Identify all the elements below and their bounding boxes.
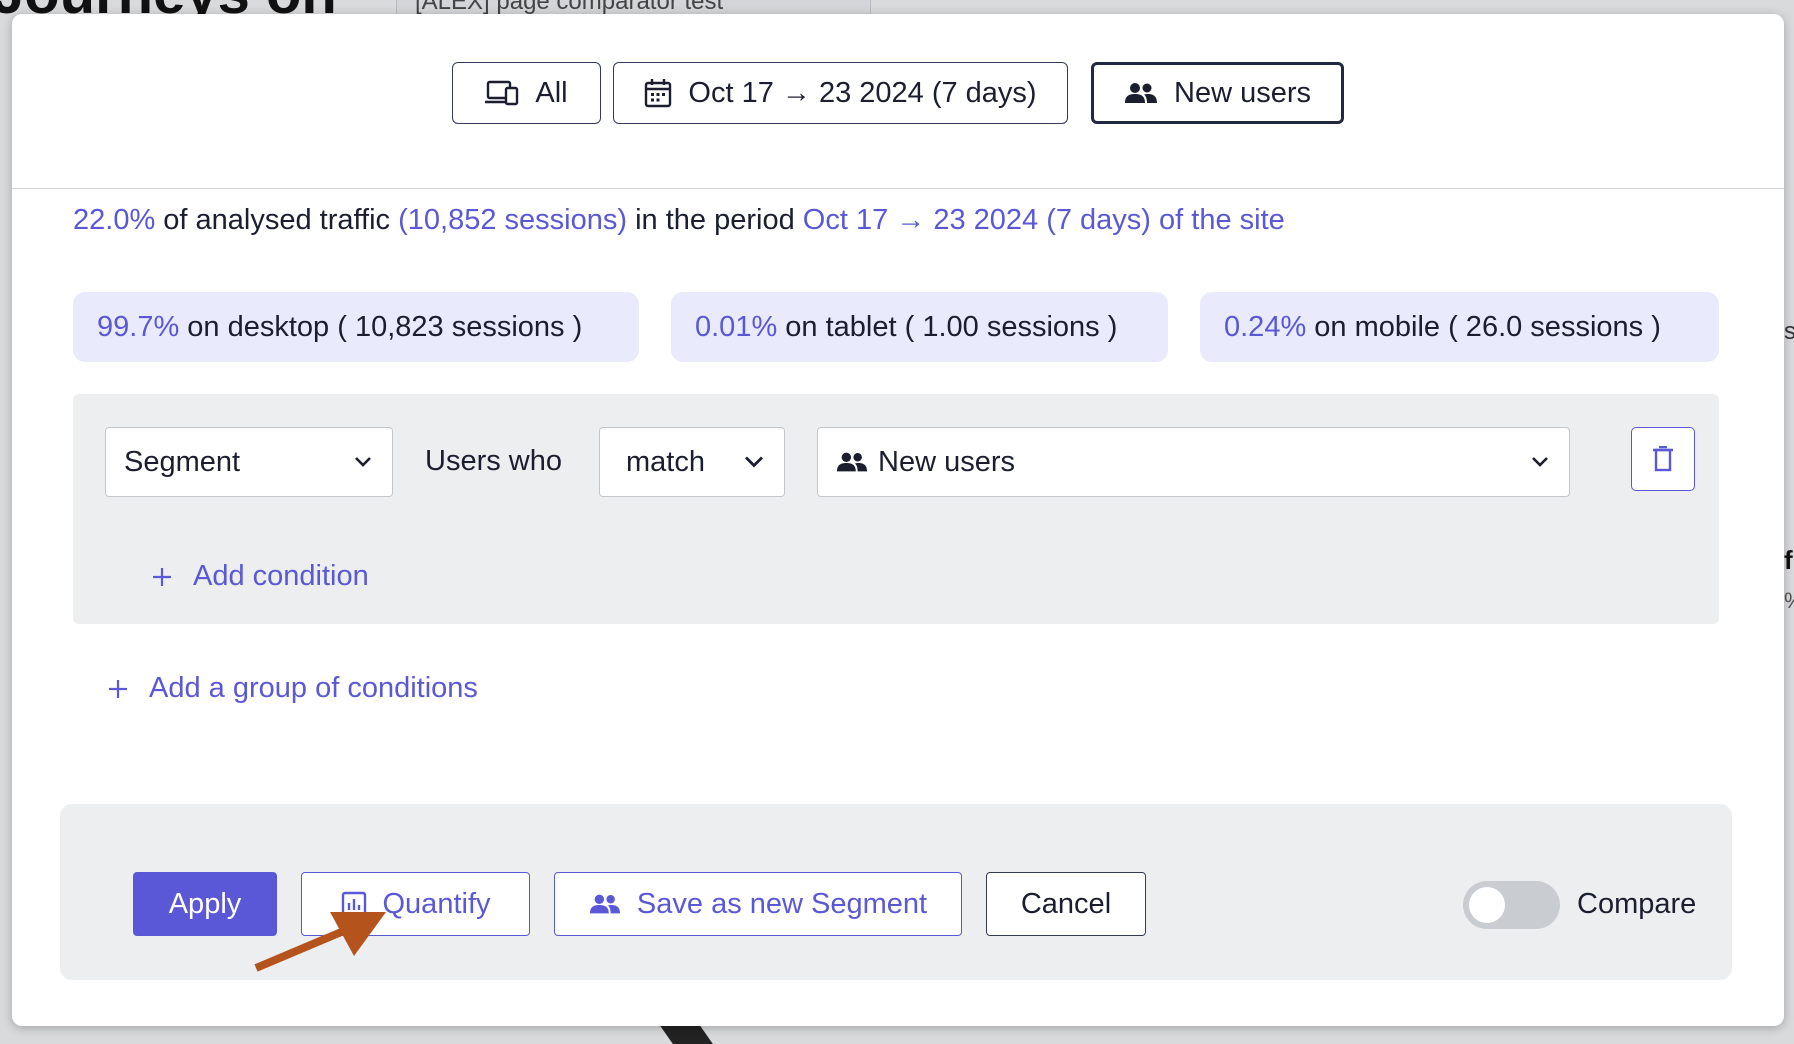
- users-icon: [589, 894, 620, 914]
- chevron-down-icon: [1532, 457, 1548, 467]
- segment-filter-label: New users: [1174, 76, 1311, 109]
- device-label: on mobile ( 26.0 sessions ): [1314, 310, 1661, 343]
- device-filter-button[interactable]: All: [452, 62, 601, 124]
- background-page-selector-label: [ALEX] page comparator test: [415, 0, 724, 15]
- summary-text: in the period: [635, 204, 795, 236]
- add-condition-button[interactable]: Add condition: [151, 560, 369, 593]
- device-percent: 0.01%: [695, 310, 778, 343]
- match-operator-select[interactable]: match: [599, 427, 785, 497]
- segment-filter-button[interactable]: New users: [1091, 62, 1344, 124]
- modal-header: All Oct 17 → 23 2024 (7 days) New users: [12, 14, 1784, 189]
- background-edge-text: s: [1784, 318, 1794, 345]
- save-segment-button[interactable]: Save as new Segment: [554, 872, 962, 936]
- device-label: on desktop ( 10,823 sessions ): [187, 310, 583, 343]
- device-percent: 99.7%: [97, 310, 180, 343]
- segment-value-select[interactable]: New users: [817, 427, 1570, 497]
- toggle-knob: [1469, 887, 1505, 923]
- background-edge-text: f: [1784, 545, 1793, 575]
- add-group-button[interactable]: Add a group of conditions: [107, 672, 478, 705]
- device-chip-mobile: 0.24% on mobile ( 26.0 sessions ): [1200, 292, 1719, 362]
- device-percent: 0.24%: [1224, 310, 1307, 343]
- background-edge-text: %: [1784, 588, 1794, 614]
- users-icon: [1125, 83, 1157, 103]
- match-operator-value: match: [626, 445, 705, 478]
- device-filter-label: All: [535, 76, 568, 109]
- condition-group: Segment Users who match New users Add co…: [73, 394, 1719, 624]
- devices-icon: [485, 80, 519, 106]
- device-label: on tablet ( 1.00 sessions ): [785, 310, 1118, 343]
- summary-sessions: (10,852 sessions): [398, 204, 628, 236]
- calendar-icon: [645, 79, 672, 108]
- cancel-button[interactable]: Cancel: [986, 872, 1146, 936]
- segment-editor-modal: All Oct 17 → 23 2024 (7 days) New users …: [12, 14, 1784, 1026]
- condition-type-select[interactable]: Segment: [105, 427, 393, 497]
- add-condition-label: Add condition: [193, 560, 369, 592]
- plus-icon: [153, 567, 171, 586]
- device-chip-tablet: 0.01% on tablet ( 1.00 sessions ): [671, 292, 1168, 362]
- summary-period: Oct 17 → 23 2024 (7 days) of the site: [802, 204, 1285, 236]
- device-chip-desktop: 99.7% on desktop ( 10,823 sessions ): [73, 292, 639, 362]
- users-who-label: Users who: [425, 445, 562, 477]
- condition-type-value: Segment: [124, 445, 241, 478]
- background-mark: [660, 1026, 716, 1044]
- date-range-label: Oct 17 → 23 2024 (7 days): [688, 76, 1037, 109]
- chevron-down-icon: [355, 457, 371, 467]
- traffic-summary: 22.0% of analysed traffic (10,852 sessio…: [73, 204, 1285, 237]
- summary-text: of analysed traffic: [163, 204, 391, 236]
- annotation-arrow-icon: [254, 912, 386, 972]
- chevron-down-icon: [745, 456, 763, 468]
- compare-label: Compare: [1577, 888, 1697, 920]
- summary-percent: 22.0%: [73, 204, 156, 236]
- date-range-button[interactable]: Oct 17 → 23 2024 (7 days): [613, 62, 1068, 124]
- trash-icon: [1653, 446, 1673, 472]
- users-icon: [836, 452, 868, 472]
- delete-condition-button[interactable]: [1631, 427, 1695, 491]
- compare-toggle[interactable]: [1463, 881, 1560, 929]
- add-group-label: Add a group of conditions: [149, 672, 478, 704]
- save-segment-label: Save as new Segment: [636, 887, 928, 920]
- segment-value: New users: [878, 445, 1015, 478]
- plus-icon: [109, 679, 127, 698]
